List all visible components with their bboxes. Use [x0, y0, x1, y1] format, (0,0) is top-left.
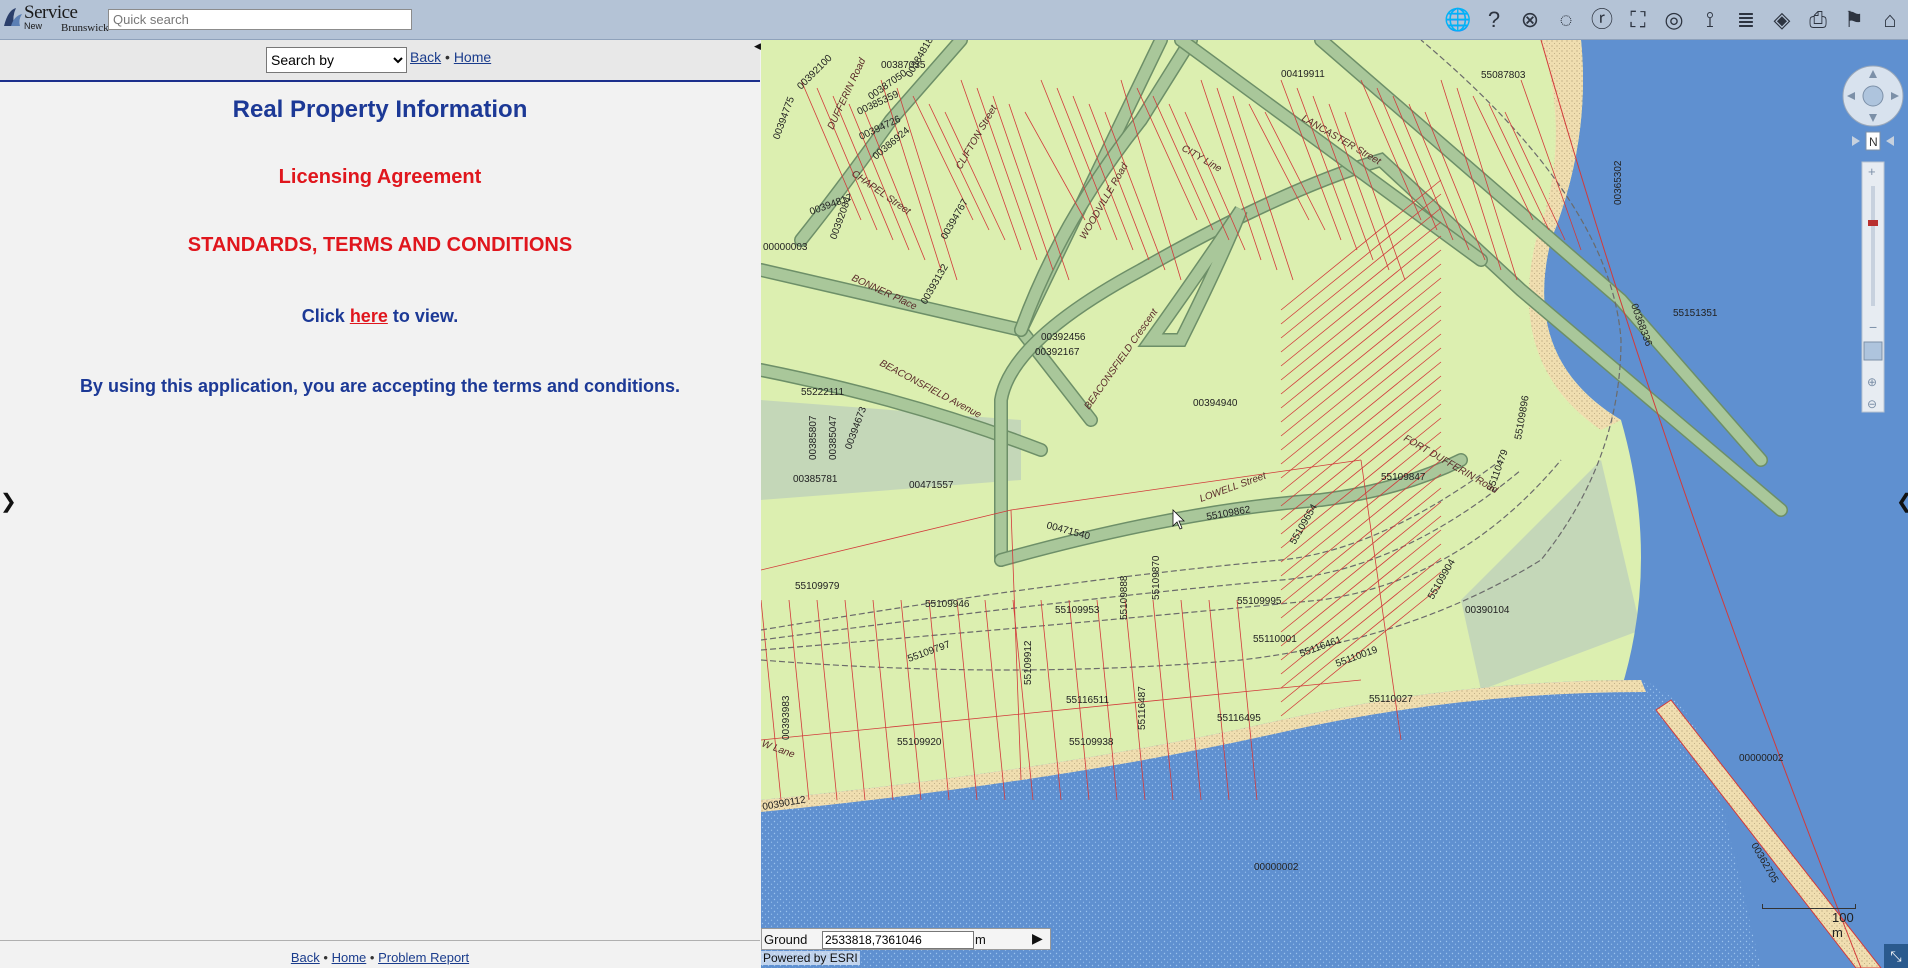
logo-mark-icon: [4, 8, 22, 26]
parcel-label[interactable]: 55151351: [1673, 308, 1718, 319]
footer-back-link[interactable]: Back: [291, 950, 320, 965]
zoom-box-in-icon[interactable]: ⊕: [1867, 375, 1877, 389]
footer-home-link[interactable]: Home: [332, 950, 367, 965]
accept-terms-text: By using this application, you are accep…: [79, 376, 681, 396]
footer-separator: •: [369, 950, 375, 965]
rotate-left-icon[interactable]: [1852, 136, 1860, 146]
zoom-out-icon[interactable]: −: [1869, 319, 1877, 335]
map-toolbar: 🌐? ⊗ ◌ ⓡ ⛶ ◎ ⟟ ≣ ◈ ⎙ ⚑ ⌂: [1440, 0, 1908, 39]
extent-icon[interactable]: ⛶: [1623, 5, 1653, 35]
layers-icon[interactable]: ≣: [1731, 5, 1761, 35]
coordinate-system-label[interactable]: Ground: [764, 932, 807, 947]
home-icon[interactable]: ⌂: [1875, 5, 1905, 35]
click-prefix: Click: [301, 306, 345, 326]
search-row: Search by Back • Home: [0, 40, 760, 82]
parcel-label[interactable]: 55222111: [801, 387, 844, 398]
parcel-label[interactable]: 00000002: [1739, 753, 1784, 764]
coordinate-input[interactable]: [822, 931, 974, 949]
rotate-right-icon[interactable]: [1886, 136, 1894, 146]
parcel-label[interactable]: 00471557: [909, 480, 954, 491]
scale-bar: 100 m: [1762, 898, 1856, 940]
go-to-coordinate-icon[interactable]: ▶: [1032, 930, 1043, 947]
parcel-label[interactable]: 00419911: [1281, 69, 1325, 80]
coordinate-bar: Ground m ▶: [761, 928, 1051, 950]
clear-icon[interactable]: ⊗: [1515, 5, 1545, 35]
basemap-icon[interactable]: ◈: [1767, 5, 1797, 35]
top-bar: Service New Brunswick 🌐?⊗◌ⓡ⛶◎⟟≣◈⎙⚑⌂: [0, 0, 1908, 40]
logo-sub-left: New: [24, 21, 43, 31]
parcel-label[interactable]: 00000002: [1254, 862, 1299, 873]
zoom-in-icon[interactable]: +: [1868, 164, 1876, 179]
map-resize-icon[interactable]: ⤡: [1884, 944, 1908, 968]
parcel-label[interactable]: 00392456: [1041, 332, 1086, 343]
help-guide-icon[interactable]: ⚑: [1839, 5, 1869, 35]
parcel-label[interactable]: 55109920: [897, 737, 942, 748]
map-navigation-control: N + − ⊕ ⊖: [1838, 56, 1908, 416]
footer-separator: •: [323, 950, 328, 965]
parcel-label[interactable]: 55110001: [1253, 634, 1297, 645]
page-title: Real Property Information: [232, 96, 528, 123]
home-link[interactable]: Home: [454, 49, 491, 65]
search-by-select[interactable]: Search by: [266, 47, 407, 73]
licensing-heading: Licensing Agreement: [278, 166, 482, 188]
parcel-label[interactable]: 00385807: [808, 415, 819, 460]
standards-heading: STANDARDS, TERMS AND CONDITIONS: [187, 234, 573, 256]
back-link[interactable]: Back: [410, 49, 441, 65]
left-panel: Search by Back • Home Real Property Info…: [0, 40, 760, 968]
scale-bar-line: [1762, 904, 1856, 909]
parcel-label[interactable]: 00394940: [1193, 398, 1238, 409]
parcel-label[interactable]: 55109953: [1055, 605, 1100, 616]
pan-hand-icon[interactable]: [1863, 341, 1883, 361]
parcel-label[interactable]: 00392167: [1035, 347, 1080, 358]
parcel-label[interactable]: 00390104: [1465, 605, 1510, 616]
parcel-label[interactable]: 00385047: [828, 415, 839, 460]
zoom-box-out-icon[interactable]: ⊖: [1867, 397, 1877, 411]
coordinate-unit: m: [975, 932, 986, 947]
nav-separator: •: [445, 49, 450, 65]
parcel-label[interactable]: 55110027: [1369, 694, 1413, 705]
identify-icon[interactable]: ⓡ: [1587, 5, 1617, 35]
compass-north-label: N: [1869, 135, 1878, 149]
parcel-label[interactable]: 00000003: [763, 242, 808, 253]
parcel-label[interactable]: 55109847: [1381, 472, 1426, 483]
zoom-level-handle[interactable]: [1868, 220, 1878, 226]
measure-icon[interactable]: ⟟: [1695, 5, 1725, 35]
top-nav: Back • Home: [410, 49, 491, 65]
parcel-label[interactable]: 55109938: [1069, 737, 1114, 748]
powered-by-text: Powered by ESRI: [761, 951, 860, 965]
parcel-label[interactable]: 55109979: [795, 581, 840, 592]
collapse-left-icon[interactable]: ❯: [0, 489, 17, 514]
parcel-label[interactable]: 55109888: [1119, 575, 1130, 620]
terms-here-link[interactable]: here: [350, 306, 388, 326]
parcel-label[interactable]: 55087803: [1481, 70, 1526, 81]
parcel-label[interactable]: 55116487: [1137, 686, 1148, 730]
overview-icon[interactable]: ◎: [1659, 5, 1689, 35]
identify-help-icon[interactable]: ?: [1479, 5, 1509, 35]
parcel-label[interactable]: 55109912: [1023, 640, 1034, 685]
click-to-view-text: Click here to view.: [0, 306, 760, 327]
logo-sub-right: Brunswick: [61, 22, 109, 34]
parcel-label[interactable]: 00385781: [793, 474, 838, 485]
click-suffix: to view.: [392, 306, 459, 326]
parcel-label[interactable]: 00393983: [781, 695, 792, 740]
globe-icon[interactable]: 🌐: [1443, 5, 1473, 35]
map-canvas[interactable]: 003870350038481800392100 0038705000394775…: [761, 40, 1908, 968]
parcel-label[interactable]: 00365302: [1613, 160, 1624, 205]
footer-nav: Back • Home • Problem Report: [0, 940, 760, 968]
map-view[interactable]: 00387035 00384818 00392100 00387050 00394775…: [761, 40, 1908, 968]
print-icon[interactable]: ⎙: [1803, 5, 1833, 35]
parcel-label[interactable]: 55109946: [925, 599, 970, 610]
quick-search-input[interactable]: [108, 9, 412, 30]
scale-label: 100 m: [1832, 910, 1854, 940]
service-nb-logo[interactable]: Service New Brunswick: [2, 2, 109, 34]
problem-report-link[interactable]: Problem Report: [378, 950, 469, 965]
parcel-label[interactable]: 55116495: [1217, 713, 1261, 724]
parcel-label[interactable]: 55109870: [1151, 555, 1162, 600]
parcel-label[interactable]: 55109995: [1237, 596, 1282, 607]
collapse-right-icon[interactable]: ❮: [1896, 489, 1908, 514]
lasso-select-icon[interactable]: ◌: [1551, 5, 1581, 35]
parcel-label[interactable]: 55116511: [1066, 695, 1109, 706]
